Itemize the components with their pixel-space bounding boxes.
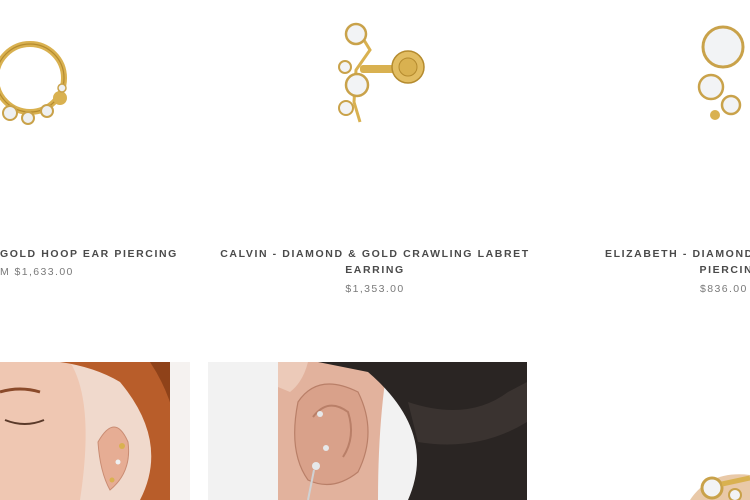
product-card-elizabeth[interactable]: ELIZABETH - DIAMOND & PIERCING $836.00 — [590, 0, 750, 300]
diamond-cluster-earring-icon — [697, 25, 745, 120]
product-card-calvin[interactable]: CALVIN - DIAMOND & GOLD CRAWLING LABRET … — [210, 0, 540, 300]
crawler-earring-icon — [338, 22, 425, 123]
product-title[interactable]: CALVIN - DIAMOND & GOLD CRAWLING LABRET … — [210, 246, 540, 278]
product-image-elizabeth[interactable] — [695, 15, 750, 130]
product-price: $1,353.00 — [345, 283, 405, 295]
product-title-line-1: ELIZABETH - DIAMOND & — [605, 248, 750, 260]
product-title-line-2: EARRING — [345, 264, 405, 276]
model-ear-photo-icon — [208, 362, 527, 500]
product-title[interactable]: ELIZABETH - DIAMOND & PIERCING — [605, 246, 750, 278]
model-ear-photo-icon — [0, 362, 190, 500]
price-value: $1,633.00 — [14, 266, 74, 278]
product-price: M $1,633.00 — [0, 266, 74, 278]
product-title[interactable]: GOLD HOOP EAR PIERCING — [0, 246, 178, 262]
lifestyle-image-3[interactable] — [590, 440, 750, 500]
price-prefix: M — [0, 266, 11, 278]
product-image-gold-hoop[interactable] — [0, 18, 80, 133]
gold-hoop-earring-icon — [0, 41, 67, 125]
product-image-calvin[interactable] — [330, 12, 430, 127]
product-card-gold-hoop[interactable]: GOLD HOOP EAR PIERCING M $1,633.00 — [0, 0, 190, 300]
gold-piercing-closeup-icon — [590, 440, 750, 500]
product-title-line-2: PIERCING — [699, 264, 750, 276]
lifestyle-image-2[interactable] — [208, 362, 527, 500]
product-price: $836.00 — [700, 283, 748, 295]
product-title-line-1: CALVIN - DIAMOND & GOLD CRAWLING LABRET — [220, 248, 530, 260]
lifestyle-image-1[interactable] — [0, 362, 190, 500]
